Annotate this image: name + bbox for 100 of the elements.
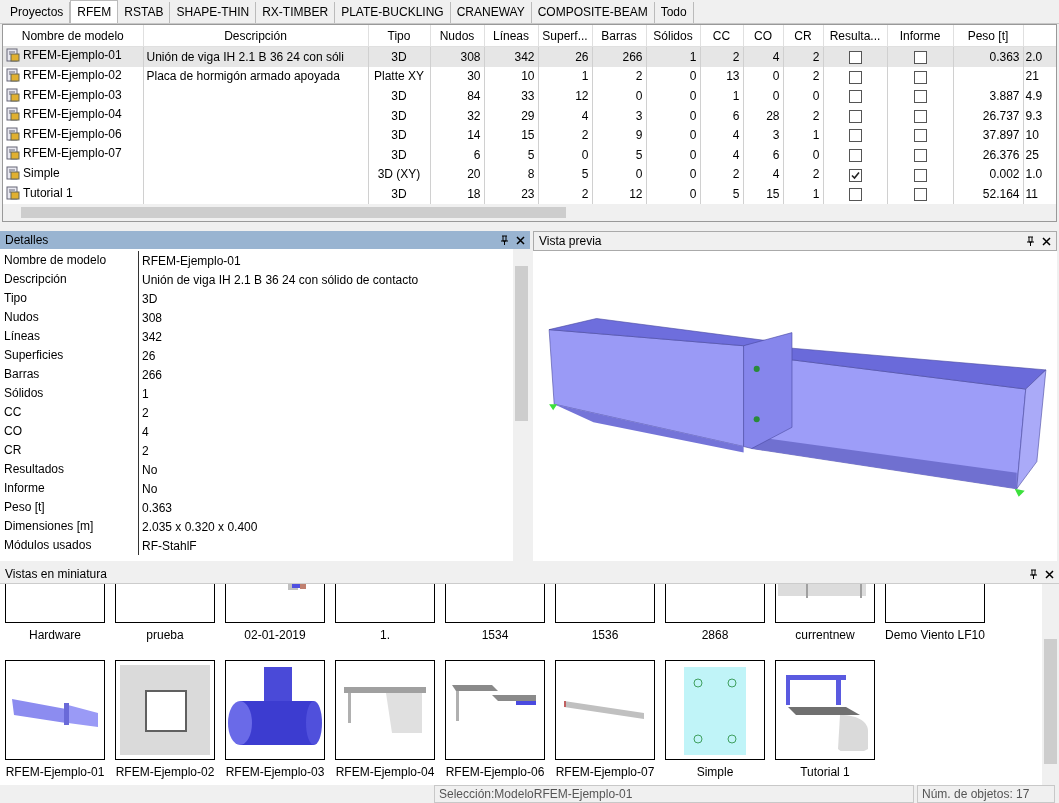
thumbnail-label: 1534 <box>481 628 509 642</box>
pin-icon[interactable] <box>1029 569 1038 579</box>
thumbnail-label: RFEM-Ejemplo-02 <box>115 765 215 779</box>
close-icon[interactable] <box>516 235 525 245</box>
table-cell: 4 <box>772 167 780 182</box>
checkbox[interactable] <box>913 50 927 64</box>
tab[interactable]: CRANEWAY <box>450 2 532 23</box>
table-row[interactable]: RFEM-Ejemplo-07 3D 6 5 0 5 0 4 6 0 26.376 25 <box>3 145 1056 165</box>
table-cell: 0 <box>581 147 589 162</box>
table-row[interactable]: RFEM-Ejemplo-03 3D 84 33 12 0 0 1 0 0 3.887 4.9 <box>3 86 1056 106</box>
table-cell: RFEM-Ejemplo-01 <box>23 48 122 63</box>
table-cell: 5 <box>581 167 589 182</box>
property-label: Dimensiones [m] <box>0 517 139 536</box>
table-cell: 37.897 <box>982 128 1020 143</box>
table-cell: 3D <box>391 187 407 202</box>
checkbox[interactable] <box>913 168 927 182</box>
property-label: Informe <box>0 479 139 498</box>
thumbnail-label: currentnew <box>795 628 855 642</box>
checkbox[interactable] <box>848 109 862 123</box>
checkbox[interactable] <box>848 129 862 143</box>
table-cell: 4 <box>732 147 740 162</box>
property-label: Sólidos <box>0 384 139 403</box>
pin-icon[interactable] <box>1026 236 1035 246</box>
checkbox[interactable] <box>913 109 927 123</box>
table-row[interactable]: RFEM-Ejemplo-01 Unión de viga IH 2.1 B 36 24 con sóli 3D 308 342 26 266 1 2 4 2 0.363 2.0 <box>3 46 1056 67</box>
column-header[interactable]: Informe <box>887 25 953 47</box>
column-header[interactable]: Superf... <box>538 25 592 47</box>
thumbnail-label: Hardware <box>29 628 81 642</box>
close-icon[interactable] <box>1042 236 1051 246</box>
table-cell: 308 <box>460 49 481 64</box>
table-cell: 342 <box>514 49 535 64</box>
thumbnail-label: RFEM-Ejemplo-03 <box>225 765 325 779</box>
table-cell: 84 <box>467 89 481 104</box>
property-label: Nombre de modelo <box>0 251 139 270</box>
table-cell: 10 <box>521 69 535 84</box>
column-header[interactable]: Líneas <box>484 25 538 47</box>
checkbox[interactable] <box>913 70 927 84</box>
checkbox[interactable] <box>913 90 927 104</box>
table-cell: 25 <box>1025 147 1039 162</box>
table-cell: 0 <box>635 167 643 182</box>
status-selection: Selección:ModeloRFEM-Ejemplo-01 <box>434 785 914 803</box>
horizontal-scrollbar[interactable] <box>3 204 1056 221</box>
table-cell: 0 <box>689 147 697 162</box>
tab[interactable]: PLATE-BUCKLING <box>335 2 451 23</box>
column-header[interactable]: Nudos <box>430 25 484 47</box>
tab[interactable]: RFEM <box>70 0 119 23</box>
property-label: Descripción <box>0 270 139 289</box>
column-header[interactable]: Peso [t] <box>953 25 1023 47</box>
column-header[interactable]: Barras <box>592 25 646 47</box>
table-cell: 18 <box>467 187 481 202</box>
table-cell: 6 <box>772 147 780 162</box>
checkbox[interactable] <box>913 188 927 202</box>
vertical-scrollbar[interactable] <box>513 249 530 561</box>
column-header[interactable]: CR <box>783 25 823 47</box>
table-cell: 0 <box>689 167 697 182</box>
close-icon[interactable] <box>1045 569 1054 579</box>
column-header[interactable]: Resulta... <box>823 25 887 47</box>
table-cell: 26 <box>575 49 589 64</box>
column-header[interactable]: Nombre de modelo <box>3 25 143 47</box>
column-header[interactable]: CC <box>700 25 743 47</box>
tab[interactable]: COMPOSITE-BEAM <box>531 2 655 23</box>
checkbox[interactable] <box>913 149 927 163</box>
table-cell: 3.887 <box>989 89 1020 104</box>
thumbnail-label: 1536 <box>591 628 619 642</box>
tab[interactable]: SHAPE-THIN <box>170 2 257 23</box>
table-row[interactable]: Simple 3D (XY) 20 8 5 0 0 2 4 2 0.002 1.0 <box>3 164 1056 185</box>
checkbox[interactable] <box>913 129 927 143</box>
table-row[interactable]: RFEM-Ejemplo-06 3D 14 15 2 9 0 4 3 1 37.897 10 <box>3 125 1056 146</box>
table-cell: 11 <box>1025 187 1038 202</box>
property-value: RF-StahlF <box>141 538 197 553</box>
table-row[interactable]: RFEM-Ejemplo-02 Placa de hormigón armado apoyada Platte XY 30 10 1 2 0 13 0 2 21 <box>3 66 1056 87</box>
table-cell: 3D <box>391 147 407 162</box>
thumbnail-label: prueba <box>146 628 184 642</box>
column-header[interactable]: Descripción <box>143 25 368 47</box>
table-cell: 2 <box>732 167 740 182</box>
table-cell: 20 <box>467 167 481 182</box>
tab[interactable]: RX-TIMBER <box>256 2 336 23</box>
model-file-icon <box>6 165 20 180</box>
model-file-icon <box>6 67 20 82</box>
checkbox[interactable] <box>848 149 862 163</box>
column-header[interactable]: Sólidos <box>646 25 700 47</box>
column-header[interactable]: CO <box>743 25 783 47</box>
checkbox[interactable] <box>848 90 862 104</box>
checkbox[interactable] <box>848 70 862 84</box>
table-cell: 52.164 <box>982 187 1020 202</box>
table-row[interactable]: RFEM-Ejemplo-04 3D 32 29 4 3 0 6 28 2 26.737 9.3 <box>3 105 1056 126</box>
pin-icon[interactable] <box>500 235 509 245</box>
table-cell: 4.9 <box>1025 89 1043 104</box>
checkbox[interactable] <box>848 50 862 64</box>
column-header[interactable]: Tipo <box>368 25 430 47</box>
vertical-scrollbar[interactable] <box>1042 584 1059 785</box>
property-value: RFEM-Ejemplo-01 <box>141 253 241 268</box>
checkbox[interactable] <box>848 188 862 202</box>
table-cell: 13 <box>726 69 740 84</box>
tab[interactable]: RSTAB <box>118 2 171 23</box>
model-file-icon <box>6 48 20 63</box>
table-cell: 4 <box>772 49 780 64</box>
checkbox[interactable] <box>848 168 862 182</box>
tab[interactable]: Todo <box>654 2 694 23</box>
property-label: Nudos <box>0 308 139 327</box>
